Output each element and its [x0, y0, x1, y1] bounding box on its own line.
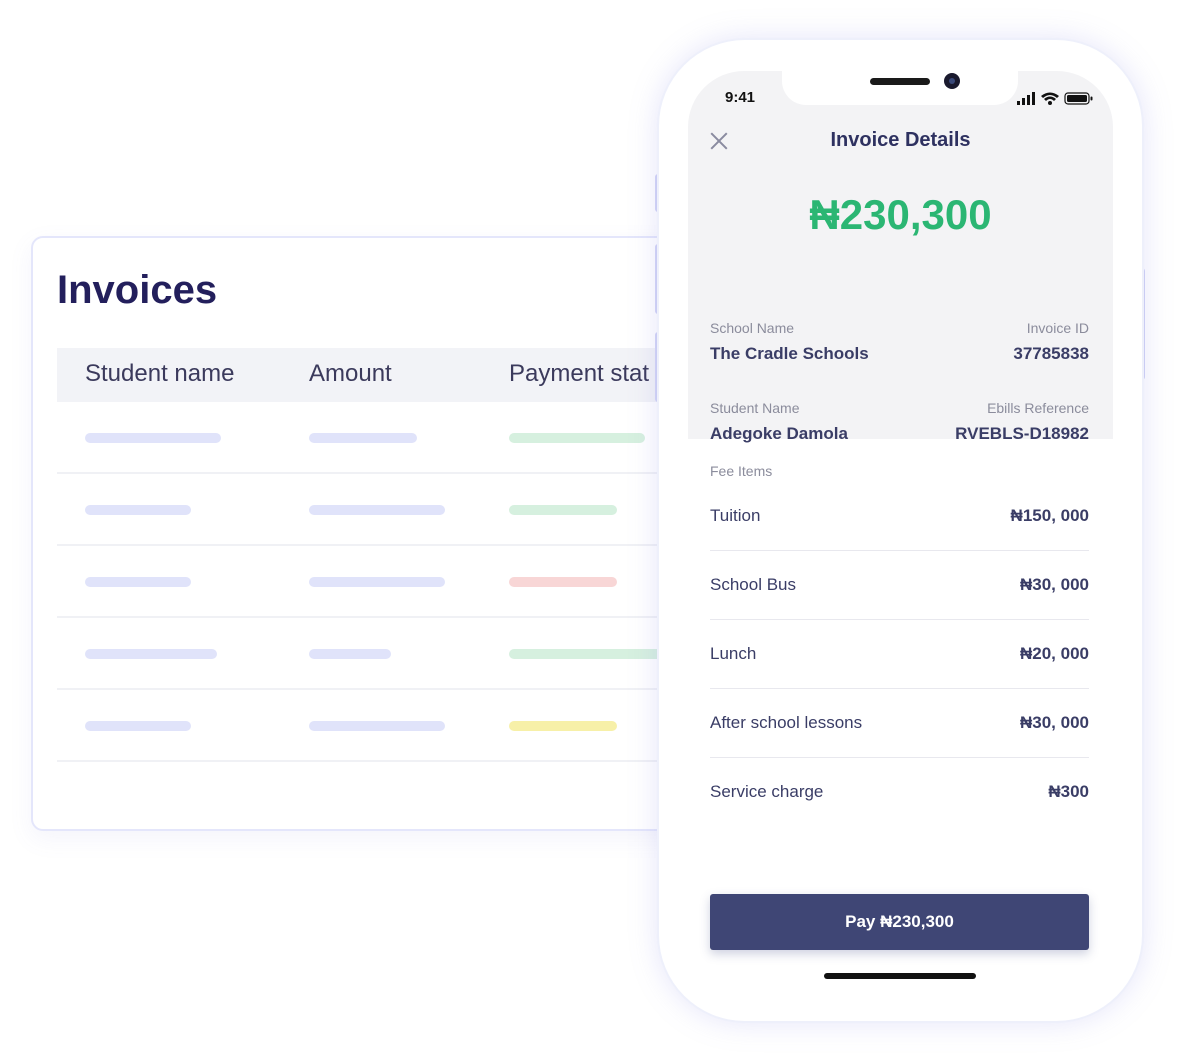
invoices-card: Invoices Student name Amount Payment sta… [31, 236, 711, 831]
fee-item-amount: ₦20, 000 [1020, 644, 1089, 663]
ebills-reference-value: RVEBLS-D18982 [955, 424, 1089, 443]
table-row[interactable] [57, 690, 697, 762]
amount-placeholder [309, 505, 445, 515]
status-time: 9:41 [725, 89, 756, 106]
student-name-placeholder [85, 433, 221, 443]
screen-title: Invoice Details [830, 129, 971, 151]
student-name-placeholder [85, 721, 191, 731]
fee-item-row: Service charge ₦300 [710, 758, 1089, 827]
invoice-summary-panel [688, 71, 1113, 439]
fee-item-row: Lunch ₦20, 000 [710, 620, 1089, 689]
student-name-placeholder [85, 577, 191, 587]
fee-item-row: Tuition ₦150, 000 [710, 482, 1089, 551]
stage: Invoices Student name Amount Payment sta… [0, 0, 1183, 1060]
phone-notch [782, 71, 1018, 105]
invoice-id-value: 37785838 [1013, 344, 1089, 363]
fee-items-heading: Fee Items [710, 463, 773, 479]
table-row[interactable] [57, 546, 697, 618]
phone-frame: 9:41 Invoice Details ₦230,300 School Nam… [659, 40, 1142, 1021]
fee-item-name: School Bus [710, 575, 796, 594]
invoice-total: ₦230,300 [809, 191, 992, 238]
fee-item-name: Service charge [710, 782, 824, 801]
phone-screen: 9:41 Invoice Details ₦230,300 School Nam… [688, 71, 1113, 991]
fee-item-amount: ₦30, 000 [1020, 575, 1089, 594]
invoices-title: Invoices [57, 268, 218, 312]
fee-item-amount: ₦30, 000 [1020, 713, 1089, 732]
amount-placeholder [309, 433, 417, 443]
wifi-icon [1041, 92, 1059, 105]
signal-icon [1017, 92, 1035, 105]
column-header-amount[interactable]: Amount [309, 360, 392, 388]
fee-item-name: After school lessons [710, 713, 863, 732]
status-placeholder [509, 577, 617, 587]
fee-item-name: Lunch [710, 644, 757, 663]
status-placeholder [509, 433, 645, 443]
home-indicator [824, 973, 976, 979]
table-header: Student name Amount Payment stat [57, 348, 697, 402]
fee-item-amount: ₦150, 000 [1010, 506, 1089, 525]
school-name-label: School Name [710, 320, 795, 336]
student-name-placeholder [85, 649, 217, 659]
student-name-placeholder [85, 505, 191, 515]
status-placeholder [509, 649, 669, 659]
fee-item-row: School Bus ₦30, 000 [710, 551, 1089, 620]
fee-item-row: After school lessons ₦30, 000 [710, 689, 1089, 758]
status-bar-icons [1017, 92, 1093, 105]
camera-icon [944, 73, 960, 89]
ebills-reference-label: Ebills Reference [987, 400, 1089, 416]
fee-item-name: Tuition [710, 506, 761, 525]
speaker-grille [870, 78, 930, 85]
column-header-payment-status[interactable]: Payment stat [509, 360, 649, 388]
battery-icon [1064, 92, 1093, 105]
fee-item-amount: ₦300 [1048, 782, 1089, 801]
invoice-id-label: Invoice ID [1026, 320, 1089, 336]
amount-placeholder [309, 721, 445, 731]
school-name-value: The Cradle Schools [710, 344, 869, 363]
status-placeholder [509, 505, 617, 515]
student-name-label: Student Name [710, 400, 800, 416]
status-placeholder [509, 721, 617, 731]
table-row[interactable] [57, 402, 697, 474]
column-header-student-name[interactable]: Student name [85, 360, 234, 388]
table-row[interactable] [57, 618, 697, 690]
table-row[interactable] [57, 474, 697, 546]
amount-placeholder [309, 649, 391, 659]
pay-button[interactable]: Pay ₦230,300 [710, 894, 1089, 950]
student-name-value: Adegoke Damola [710, 424, 848, 443]
amount-placeholder [309, 577, 445, 587]
